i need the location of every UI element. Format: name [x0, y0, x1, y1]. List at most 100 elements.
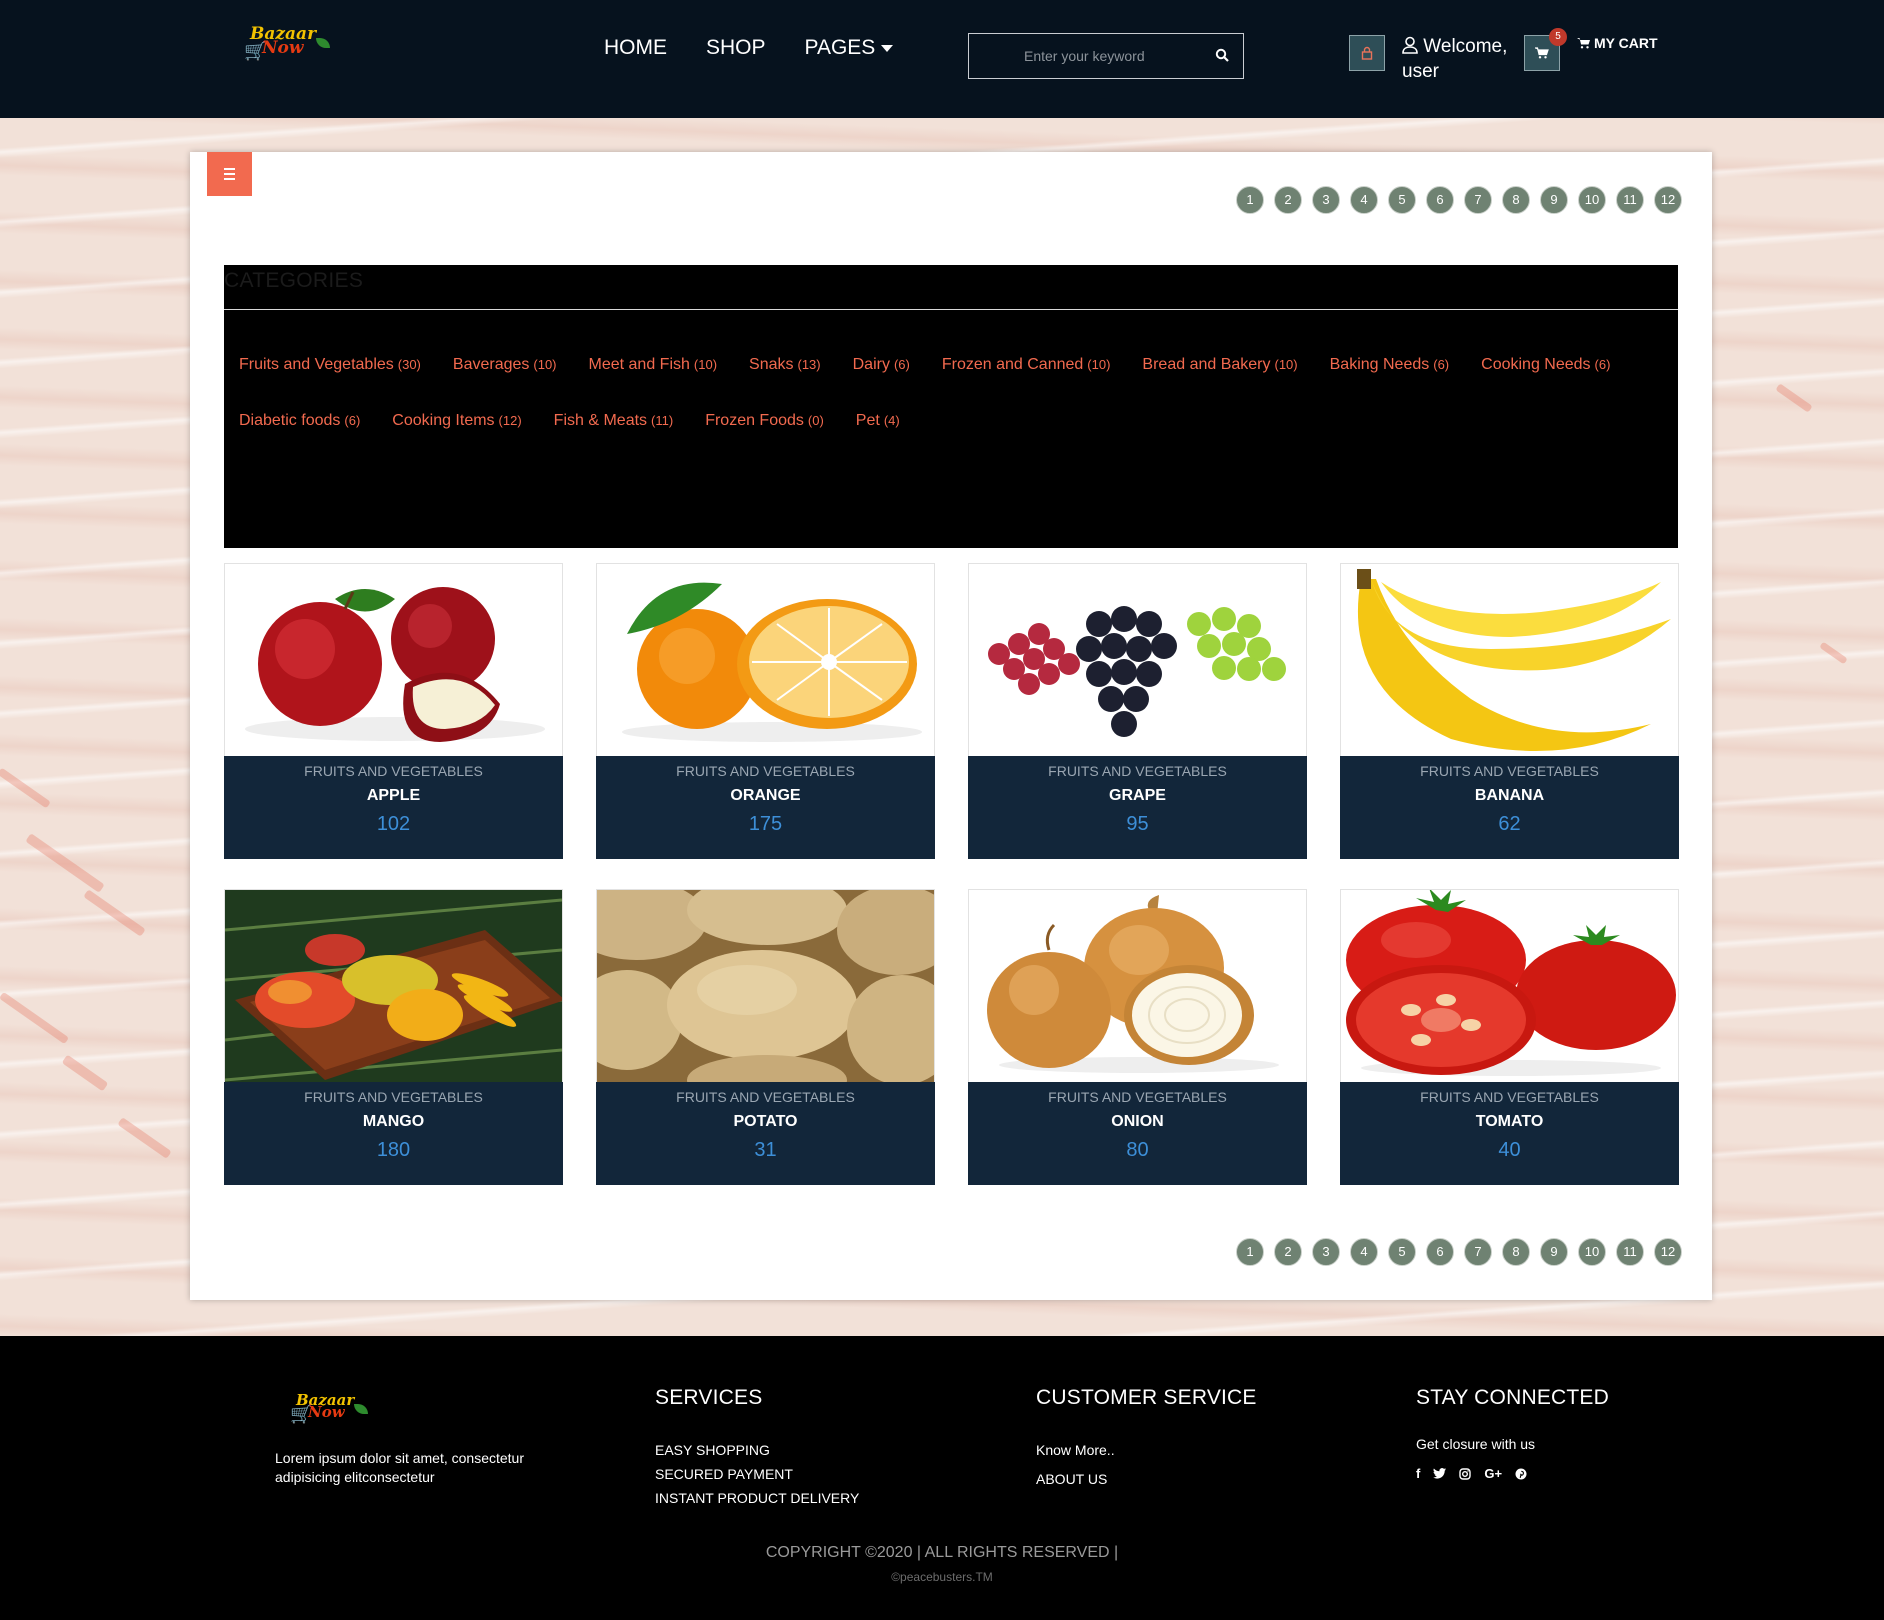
product-name[interactable]: TOMATO [1340, 1113, 1679, 1137]
product-category: FRUITS AND VEGETABLES [1048, 1089, 1227, 1105]
category-link[interactable]: Frozen and Canned (10) [942, 351, 1111, 379]
page-button-11[interactable]: 11 [1616, 1238, 1644, 1266]
category-count: (10) [693, 357, 718, 372]
category-link[interactable]: Frozen Foods (0) [705, 407, 824, 435]
product-card[interactable]: FRUITS AND VEGETABLES BANANA 62 [1340, 563, 1679, 859]
page-button-8[interactable]: 8 [1502, 186, 1530, 214]
page-button-7[interactable]: 7 [1464, 1238, 1492, 1266]
page-button-9[interactable]: 9 [1540, 186, 1568, 214]
product-name[interactable]: ONION [968, 1113, 1307, 1137]
category-count: (6) [1433, 357, 1450, 372]
footer-cs-title: CUSTOMER SERVICE [1036, 1386, 1257, 1409]
product-value: 80 [1126, 1139, 1149, 1161]
nav-home-link[interactable]: HOME [604, 36, 667, 60]
category-count: (0) [807, 413, 824, 428]
footer-link-instant-delivery[interactable]: INSTANT PRODUCT DELIVERY [655, 1486, 859, 1510]
product-image-orange[interactable] [597, 564, 934, 756]
footer-brand-logo[interactable]: Bazaar Now 🛒 [290, 1393, 369, 1423]
site-footer: Bazaar Now 🛒 Lorem ipsum dolor sit amet,… [0, 1336, 1884, 1620]
nav-shop-link[interactable]: SHOP [706, 36, 766, 60]
twitter-icon[interactable] [1433, 1468, 1447, 1479]
footer-link-easy-shopping[interactable]: EASY SHOPPING [655, 1438, 859, 1462]
pinterest-icon[interactable] [1515, 1468, 1527, 1480]
product-image-grape[interactable] [969, 564, 1306, 756]
search-icon[interactable] [1215, 48, 1229, 62]
page-button-1[interactable]: 1 [1236, 1238, 1264, 1266]
facebook-icon[interactable]: f [1416, 1466, 1420, 1481]
page-button-9[interactable]: 9 [1540, 1238, 1568, 1266]
category-link[interactable]: Dairy (6) [853, 351, 910, 379]
product-image-tomato[interactable] [1341, 890, 1678, 1082]
google-plus-icon[interactable]: G+ [1484, 1466, 1502, 1481]
product-card[interactable]: FRUITS AND VEGETABLES ORANGE 175 [596, 563, 935, 859]
user-account-button[interactable] [1349, 35, 1385, 71]
social-links: f G+ [1416, 1466, 1609, 1481]
page-button-4[interactable]: 4 [1350, 186, 1378, 214]
product-image-mango[interactable] [225, 890, 562, 1082]
category-link[interactable]: Baking Needs (6) [1330, 351, 1450, 379]
category-count: (6) [1594, 357, 1611, 372]
category-link[interactable]: Pet (4) [856, 407, 900, 435]
page-button-7[interactable]: 7 [1464, 186, 1492, 214]
product-card[interactable]: FRUITS AND VEGETABLES POTATO 31 [596, 889, 935, 1185]
category-link[interactable]: Diabetic foods (6) [239, 407, 360, 435]
page-button-3[interactable]: 3 [1312, 1238, 1340, 1266]
product-info: FRUITS AND VEGETABLES ORANGE 175 [596, 756, 935, 859]
category-link[interactable]: Snaks (13) [749, 351, 821, 379]
product-card[interactable]: FRUITS AND VEGETABLES APPLE 102 [224, 563, 563, 859]
welcome-message[interactable]: Welcome, user [1402, 34, 1507, 84]
nav-pages-dropdown[interactable]: PAGES [805, 36, 894, 60]
footer-link-about-us[interactable]: ABOUT US [1036, 1463, 1257, 1496]
category-name: Pet [855, 412, 880, 429]
category-count: (30) [397, 357, 421, 372]
page-button-8[interactable]: 8 [1502, 1238, 1530, 1266]
footer-services: SERVICES EASY SHOPPING SECURED PAYMENT I… [655, 1386, 859, 1510]
category-link[interactable]: Cooking Needs (6) [1481, 351, 1610, 379]
product-name[interactable]: BANANA [1340, 787, 1679, 811]
category-link[interactable]: Meet and Fish (10) [589, 351, 718, 379]
category-link[interactable]: Cooking Items (12) [392, 407, 521, 435]
page-button-12[interactable]: 12 [1654, 1238, 1682, 1266]
menu-toggle-button[interactable] [207, 152, 252, 196]
page-button-5[interactable]: 5 [1388, 186, 1416, 214]
page-button-12[interactable]: 12 [1654, 186, 1682, 214]
footer-link-secured-payment[interactable]: SECURED PAYMENT [655, 1462, 859, 1486]
category-link[interactable]: Fish & Meats (11) [554, 407, 674, 435]
product-card[interactable]: FRUITS AND VEGETABLES ONION 80 [968, 889, 1307, 1185]
category-link[interactable]: Bread and Bakery (10) [1142, 351, 1297, 379]
credit-text: ©peacebusters.TM [891, 1570, 993, 1584]
product-name[interactable]: ORANGE [596, 787, 935, 811]
page-button-3[interactable]: 3 [1312, 186, 1340, 214]
product-card[interactable]: FRUITS AND VEGETABLES TOMATO 40 [1340, 889, 1679, 1185]
brand-logo[interactable]: Bazaar Now 🛒 [244, 26, 331, 61]
product-name[interactable]: MANGO [224, 1113, 563, 1137]
product-category: FRUITS AND VEGETABLES [1420, 763, 1599, 779]
product-card[interactable]: FRUITS AND VEGETABLES MANGO 180 [224, 889, 563, 1185]
product-name[interactable]: POTATO [596, 1113, 935, 1137]
category-link[interactable]: Fruits and Vegetables (30) [239, 351, 421, 379]
category-name: Cooking Items [392, 412, 495, 429]
page-button-4[interactable]: 4 [1350, 1238, 1378, 1266]
instagram-icon[interactable] [1459, 1467, 1472, 1480]
cart-count-badge: 5 [1549, 28, 1567, 46]
page-button-6[interactable]: 6 [1426, 1238, 1454, 1266]
product-image-apple[interactable] [225, 564, 562, 756]
category-name: Bread and Bakery [1142, 356, 1271, 373]
product-name[interactable]: APPLE [224, 787, 563, 811]
page-button-10[interactable]: 10 [1578, 1238, 1606, 1266]
page-button-6[interactable]: 6 [1426, 186, 1454, 214]
page-button-1[interactable]: 1 [1236, 186, 1264, 214]
product-name[interactable]: GRAPE [968, 787, 1307, 811]
page-button-5[interactable]: 5 [1388, 1238, 1416, 1266]
product-image-potato[interactable] [597, 890, 934, 1082]
product-card[interactable]: FRUITS AND VEGETABLES GRAPE 95 [968, 563, 1307, 859]
page-button-10[interactable]: 10 [1578, 186, 1606, 214]
my-cart-link[interactable]: MY CART [1577, 35, 1658, 51]
search-input[interactable] [969, 34, 1209, 78]
product-image-onion[interactable] [969, 890, 1306, 1082]
category-link[interactable]: Baverages (10) [453, 351, 557, 379]
page-button-2[interactable]: 2 [1274, 1238, 1302, 1266]
page-button-2[interactable]: 2 [1274, 186, 1302, 214]
page-button-11[interactable]: 11 [1616, 186, 1644, 214]
product-image-banana[interactable] [1341, 564, 1678, 756]
